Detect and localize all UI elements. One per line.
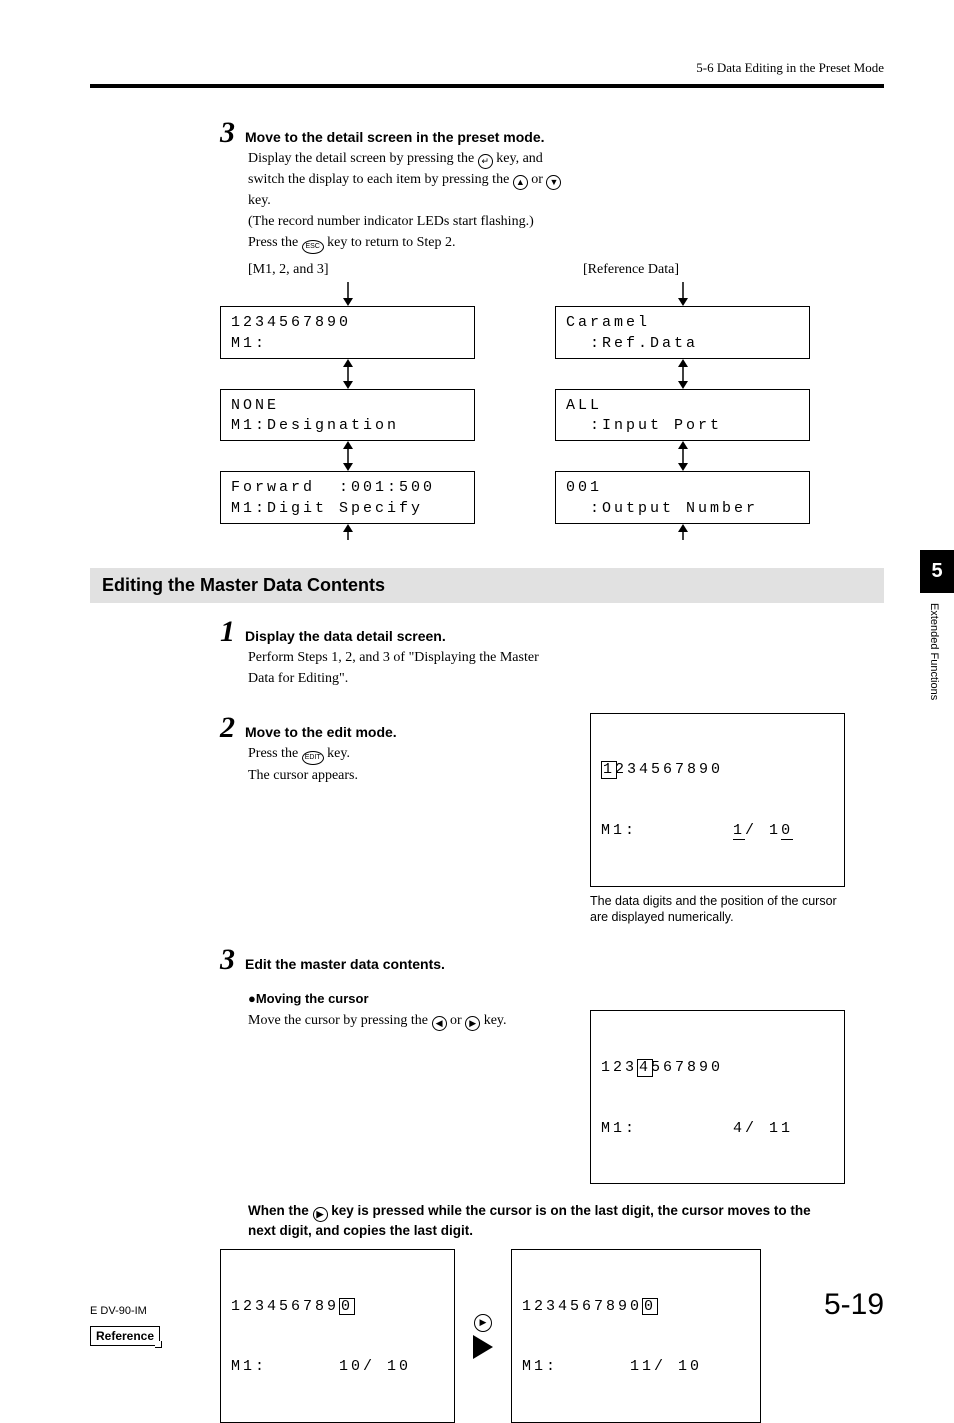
big-arrow-right-icon bbox=[473, 1335, 493, 1359]
footer-page-number: 5-19 bbox=[824, 1288, 884, 1322]
lcd-line: M1: 10/ 10 bbox=[231, 1357, 444, 1377]
text: or bbox=[447, 1013, 466, 1028]
lcd-line: 1234567890 bbox=[231, 313, 464, 333]
lcd-line: ALL bbox=[566, 396, 799, 416]
text: 123 bbox=[601, 1059, 637, 1076]
lcd-line: Caramel bbox=[566, 313, 799, 333]
text: key is pressed while the cursor is on th… bbox=[248, 1203, 811, 1238]
right-key-icon: ▶ bbox=[313, 1207, 328, 1222]
edit-key-icon: EDIT bbox=[302, 751, 324, 765]
arrow-down-icon bbox=[673, 282, 693, 306]
lcd-line: M1: bbox=[231, 334, 464, 354]
step-3-body: Display the detail screen by pressing th… bbox=[248, 148, 568, 254]
diagram-labels: [M1, 2, and 3] [Reference Data] bbox=[248, 262, 840, 278]
lcd-screen: Caramel :Ref.Data bbox=[555, 306, 810, 359]
text: key to return to Step 2. bbox=[324, 235, 456, 250]
diagram-label-right: [Reference Data] bbox=[583, 262, 679, 278]
arrow-updown-icon bbox=[338, 441, 358, 471]
page-footer: E DV-90-IM 5-19 bbox=[90, 1288, 884, 1322]
text: 567890 bbox=[651, 1059, 723, 1076]
lcd-screen-cursor-4: 1234567890 M1: 4/ 11 bbox=[590, 1010, 845, 1184]
text: When the bbox=[248, 1203, 313, 1218]
step-1-body: Perform Steps 1, 2, and 3 of "Displaying… bbox=[248, 647, 568, 689]
lcd-column-right: Caramel :Ref.Data ALL :Input Port 001 :O… bbox=[555, 282, 810, 540]
footer-doc-code: E DV-90-IM bbox=[90, 1305, 147, 1317]
arrow-updown-icon bbox=[673, 441, 693, 471]
chapter-side-tab: 5 Extended Functions bbox=[920, 550, 954, 700]
page-section-header: 5-6 Data Editing in the Preset Mode bbox=[90, 60, 884, 76]
chapter-number-tab: 5 bbox=[920, 550, 954, 593]
enter-key-icon: ↵ bbox=[478, 154, 493, 169]
arrow-down-icon bbox=[338, 282, 358, 306]
left-key-icon: ◀ bbox=[432, 1016, 447, 1031]
lcd-line: :Input Port bbox=[566, 416, 799, 436]
step-3-body: Move the cursor by pressing the ◀ or ▶ k… bbox=[248, 1010, 550, 1031]
lcd-screen-cursor: 1234567890 M1: 1/ 10 bbox=[590, 713, 845, 887]
step-number: 3 bbox=[220, 118, 235, 148]
down-key-icon: ▼ bbox=[546, 175, 561, 190]
lcd-line: M1:Designation bbox=[231, 416, 464, 436]
right-key-icon: ▶ bbox=[465, 1016, 480, 1031]
reference-row: Reference 1234567890 M1: 10/ 10 ▶ 123456… bbox=[90, 1249, 884, 1423]
text: key. bbox=[248, 193, 271, 208]
text: key. bbox=[480, 1013, 506, 1028]
lcd-screen-ref-before: 1234567890 M1: 10/ 10 bbox=[220, 1249, 455, 1423]
lcd-column-left: 1234567890M1: NONEM1:Designation Forward… bbox=[220, 282, 475, 540]
lcd-line: M1: 1/ 10 bbox=[601, 821, 834, 841]
text: Move the cursor by pressing the bbox=[248, 1013, 432, 1028]
step-title: Display the data detail screen. bbox=[245, 628, 446, 644]
arrow-updown-icon bbox=[673, 359, 693, 389]
text: Display the detail screen by pressing th… bbox=[248, 151, 478, 166]
step-number: 2 bbox=[220, 713, 235, 743]
subheading-moving-cursor: ●Moving the cursor bbox=[248, 991, 840, 1006]
step-number: 3 bbox=[220, 945, 235, 975]
lcd-line: M1: 11/ 10 bbox=[522, 1357, 750, 1377]
reference-badge: Reference bbox=[90, 1326, 160, 1346]
text: 234567890 bbox=[615, 761, 723, 778]
step-1: 1 Display the data detail screen. bbox=[220, 617, 840, 647]
section-heading: Editing the Master Data Contents bbox=[90, 568, 884, 603]
lcd-line: M1: 4/ 11 bbox=[601, 1119, 834, 1139]
lcd-line: :Output Number bbox=[566, 499, 799, 519]
step-3: 3 Edit the master data contents. bbox=[220, 945, 840, 975]
lcd-screen: Forward :001:500M1:Digit Specify bbox=[220, 471, 475, 524]
text: key. bbox=[324, 746, 350, 761]
lcd-screen: 001 :Output Number bbox=[555, 471, 810, 524]
arrow-up-icon bbox=[673, 524, 693, 540]
step-title: Move to the edit mode. bbox=[245, 724, 397, 740]
lcd-line: :Ref.Data bbox=[566, 334, 799, 354]
lcd-line: 1234567890 bbox=[601, 760, 834, 780]
arrow-up-icon bbox=[338, 524, 358, 540]
lcd-line: 001 bbox=[566, 478, 799, 498]
lcd-diagram-row: 1234567890M1: NONEM1:Designation Forward… bbox=[220, 282, 840, 540]
lcd-screen: NONEM1:Designation bbox=[220, 389, 475, 442]
arrow-updown-icon bbox=[338, 359, 358, 389]
chapter-label-vertical: Extended Functions bbox=[928, 593, 940, 700]
esc-key-icon: ESC bbox=[302, 240, 324, 254]
lcd-screen-ref-after: 12345678900 M1: 11/ 10 bbox=[511, 1249, 761, 1423]
step-3-top: 3 Move to the detail screen in the prese… bbox=[220, 118, 840, 148]
diagram-label-left: [M1, 2, and 3] bbox=[248, 262, 583, 278]
lcd-line: NONE bbox=[231, 396, 464, 416]
lcd-line: M1:Digit Specify bbox=[231, 499, 464, 519]
text: The cursor appears. bbox=[248, 765, 550, 786]
lcd-line: Forward :001:500 bbox=[231, 478, 464, 498]
lcd-screen: ALL :Input Port bbox=[555, 389, 810, 442]
step-2-body: Press the EDIT key. The cursor appears. bbox=[248, 743, 550, 786]
text: Press the bbox=[248, 235, 302, 250]
up-key-icon: ▲ bbox=[513, 175, 528, 190]
text: or bbox=[528, 172, 547, 187]
lcd-caption: The data digits and the position of the … bbox=[590, 893, 845, 926]
step-title: Move to the detail screen in the preset … bbox=[245, 129, 545, 145]
header-rule bbox=[90, 84, 884, 88]
text: Press the bbox=[248, 746, 302, 761]
lcd-line: 1234567890 bbox=[601, 1058, 834, 1078]
step-number: 1 bbox=[220, 617, 235, 647]
step-title: Edit the master data contents. bbox=[245, 956, 445, 972]
lcd-screen: 1234567890M1: bbox=[220, 306, 475, 359]
step-note: (The record number indicator LEDs start … bbox=[248, 211, 568, 232]
bold-behavior-note: When the ▶ key is pressed while the curs… bbox=[248, 1202, 840, 1241]
step-2: 2 Move to the edit mode. bbox=[220, 713, 550, 743]
